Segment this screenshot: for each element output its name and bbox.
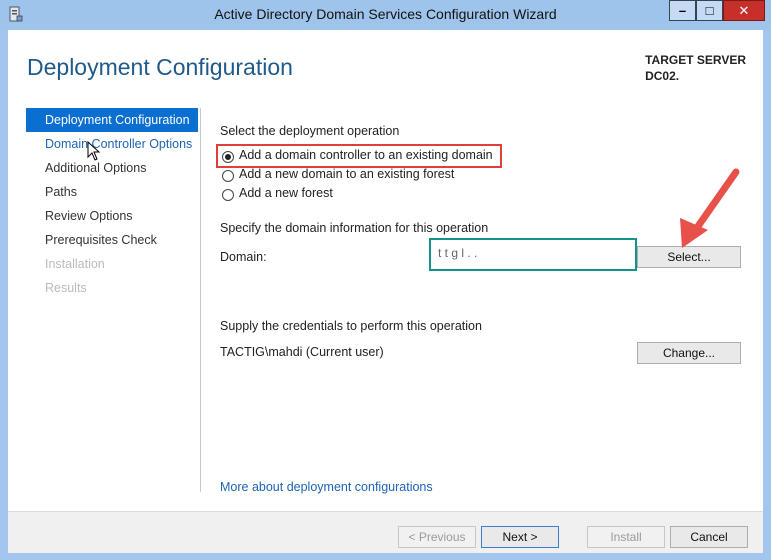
close-button[interactable]: ✕ (723, 0, 765, 21)
radio-new-domain[interactable] (222, 170, 234, 182)
target-server-label: TARGET SERVER (645, 53, 746, 67)
domain-heading: Specify the domain information for this … (220, 221, 489, 235)
previous-button[interactable]: < Previous (398, 526, 476, 548)
nav-divider (200, 108, 201, 492)
nav-item-paths[interactable]: Paths (26, 180, 198, 204)
credentials-heading: Supply the credentials to perform this o… (220, 319, 482, 333)
maximize-button[interactable]: □ (696, 0, 723, 21)
more-about-link[interactable]: More about deployment configurations (220, 480, 433, 494)
page-title: Deployment Configuration (27, 54, 293, 80)
minimize-button[interactable]: – (669, 0, 696, 21)
wizard-footer: < Previous Next > Install Cancel (8, 511, 763, 553)
domain-input[interactable]: t t g l . . (432, 241, 632, 266)
main-content: Select the deployment operation Add a do… (216, 108, 750, 508)
radio-new-forest[interactable] (222, 189, 234, 201)
window-title: Active Directory Domain Services Configu… (214, 6, 557, 22)
mouse-cursor-icon (87, 141, 101, 161)
wizard-window: Active Directory Domain Services Configu… (0, 0, 771, 560)
change-credentials-button[interactable]: Change... (637, 342, 741, 364)
domain-label: Domain: (220, 250, 267, 264)
wizard-client-area: Deployment Configuration TARGET SERVER D… (8, 30, 763, 553)
current-user: TACTIG\mahdi (Current user) (220, 345, 384, 359)
radio-label-new-domain[interactable]: Add a new domain to an existing forest (239, 167, 454, 181)
nav-item-domain-controller-options[interactable]: Domain Controller Options (26, 132, 198, 156)
radio-label-existing-domain[interactable]: Add a domain controller to an existing d… (239, 148, 493, 162)
title-bar[interactable]: Active Directory Domain Services Configu… (0, 0, 771, 30)
operation-heading: Select the deployment operation (220, 124, 400, 138)
nav-item-installation: Installation (45, 257, 105, 271)
annotation-arrow-icon (680, 168, 740, 248)
nav-item-additional-options[interactable]: Additional Options (26, 156, 198, 180)
nav-item-review-options[interactable]: Review Options (26, 204, 198, 228)
nav-item-prerequisites-check[interactable]: Prerequisites Check (26, 228, 198, 252)
install-button[interactable]: Install (587, 526, 665, 548)
wizard-nav: Deployment Configuration Domain Controll… (26, 108, 198, 300)
next-button[interactable]: Next > (481, 526, 559, 548)
cancel-button[interactable]: Cancel (670, 526, 748, 548)
target-server-value: DC02. (645, 69, 680, 83)
radio-label-new-forest[interactable]: Add a new forest (239, 186, 333, 200)
nav-item-deployment-configuration[interactable]: Deployment Configuration (26, 108, 198, 132)
radio-existing-domain[interactable] (222, 151, 234, 163)
nav-item-results: Results (45, 281, 87, 295)
target-server: TARGET SERVER DC02. (645, 52, 746, 84)
